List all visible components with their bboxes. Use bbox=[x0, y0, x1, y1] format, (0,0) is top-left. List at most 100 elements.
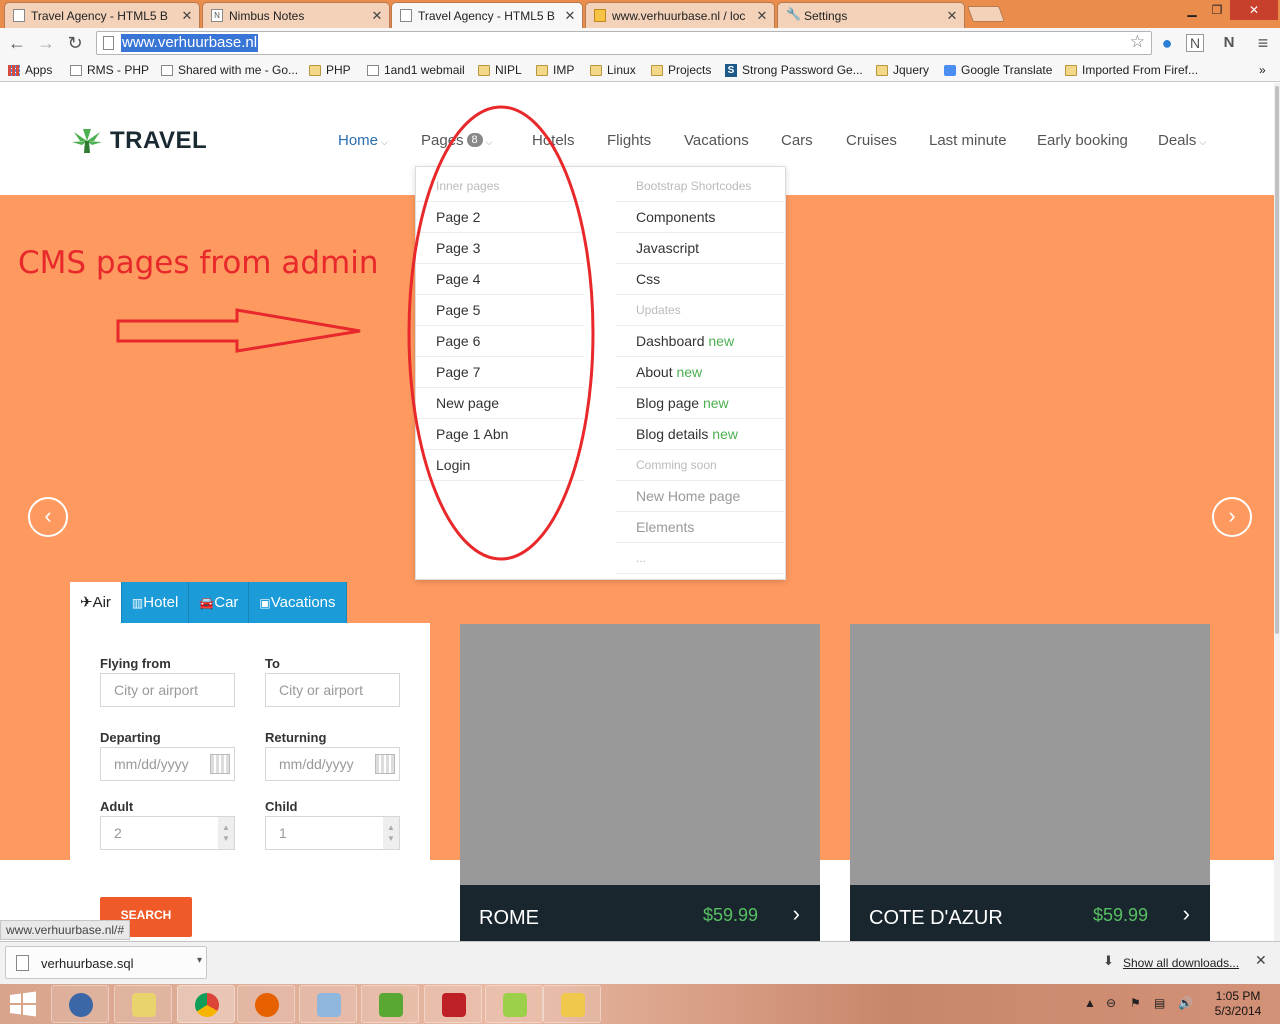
calendar-icon[interactable] bbox=[375, 754, 395, 774]
taskbar-evernote[interactable] bbox=[361, 985, 419, 1023]
dropdown-item-elements[interactable]: Elements bbox=[616, 512, 784, 543]
dropdown-item-blog-page[interactable]: Blog page new bbox=[616, 388, 784, 419]
bookmark-item[interactable]: Jquery bbox=[876, 62, 929, 78]
dropdown-item-dashboard[interactable]: Dashboard new bbox=[616, 326, 784, 357]
taskbar-virtualbox[interactable] bbox=[299, 985, 357, 1023]
start-button[interactable] bbox=[8, 990, 38, 1018]
nav-flights[interactable]: Flights bbox=[607, 132, 651, 149]
slider-prev-button[interactable]: ‹ bbox=[28, 497, 68, 537]
browser-tab-active[interactable]: Travel Agency - HTML5 B ✕ bbox=[391, 2, 583, 28]
bookmark-item[interactable]: Google Translate bbox=[944, 62, 1052, 78]
nav-cars[interactable]: Cars bbox=[781, 132, 813, 149]
dropdown-item-page-4[interactable]: Page 4 bbox=[416, 264, 584, 295]
deal-card[interactable]: ROME $59.99 › bbox=[460, 624, 820, 941]
tab-hotel[interactable]: ▥Hotel bbox=[121, 582, 190, 623]
show-all-downloads-link[interactable]: Show all downloads... bbox=[1123, 956, 1239, 970]
taskbar-chrome[interactable] bbox=[177, 985, 235, 1023]
bookmark-item[interactable]: S Strong Password Ge... bbox=[725, 62, 863, 78]
browser-tab[interactable]: Travel Agency - HTML5 B ✕ bbox=[4, 2, 200, 28]
download-item[interactable]: verhuurbase.sql ▾ bbox=[5, 946, 207, 979]
taskbar-explorer[interactable] bbox=[543, 985, 601, 1023]
nav-hotels[interactable]: Hotels bbox=[532, 132, 575, 149]
nav-deals[interactable]: Deals ⌵ bbox=[1158, 132, 1206, 149]
bookmark-item[interactable]: IMP bbox=[536, 62, 574, 78]
tab-air[interactable]: ✈Air bbox=[70, 582, 122, 623]
flying-from-input[interactable]: City or airport bbox=[100, 673, 235, 707]
taskbar-notepad[interactable] bbox=[485, 985, 543, 1023]
departing-date-input[interactable]: mm/dd/yyyy bbox=[100, 747, 235, 781]
system-clock[interactable]: 1:05 PM 5/3/2014 bbox=[1208, 989, 1268, 1019]
back-arrow-icon[interactable]: ← bbox=[6, 32, 28, 54]
deal-card[interactable]: COTE D'AZUR $59.99 › bbox=[850, 624, 1210, 941]
url-input[interactable]: www.verhuurbase.nl bbox=[121, 34, 259, 52]
apps-bookmark[interactable]: Apps bbox=[8, 62, 52, 78]
dropdown-item-blog-details[interactable]: Blog details new bbox=[616, 419, 784, 450]
returning-date-input[interactable]: mm/dd/yyyy bbox=[265, 747, 400, 781]
scrollbar-thumb[interactable] bbox=[1275, 86, 1279, 634]
bookmark-item[interactable]: 1and1 webmail bbox=[367, 62, 465, 78]
bookmark-item[interactable]: Linux bbox=[590, 62, 636, 78]
spinner-arrows-icon[interactable]: ▲ ▼ bbox=[383, 817, 399, 849]
bookmark-star-icon[interactable]: ☆ bbox=[1130, 32, 1145, 52]
maximize-button[interactable]: ❐ bbox=[1204, 0, 1230, 20]
site-logo[interactable]: TRAVEL bbox=[70, 127, 207, 155]
slider-next-button[interactable]: › bbox=[1212, 497, 1252, 537]
bookmarks-overflow-icon[interactable]: » bbox=[1259, 62, 1266, 78]
taskbar-filezilla[interactable] bbox=[424, 985, 482, 1023]
bookmark-item[interactable]: RMS - PHP bbox=[70, 62, 149, 78]
child-stepper[interactable]: 1 ▲ ▼ bbox=[265, 816, 400, 850]
close-icon[interactable]: ✕ bbox=[564, 8, 576, 24]
chevron-right-icon[interactable]: › bbox=[793, 901, 800, 927]
bookmark-item[interactable]: Imported From Firef... bbox=[1065, 62, 1198, 78]
taskbar-file-manager[interactable] bbox=[114, 985, 172, 1023]
bookmark-item[interactable]: Projects bbox=[651, 62, 711, 78]
reload-icon[interactable]: ↻ bbox=[64, 32, 86, 54]
dropdown-item-page-6[interactable]: Page 6 bbox=[416, 326, 584, 357]
calendar-icon[interactable] bbox=[210, 754, 230, 774]
nav-cruises[interactable]: Cruises bbox=[846, 132, 897, 149]
volume-icon[interactable]: 🔊 bbox=[1178, 996, 1193, 1010]
bookmark-item[interactable]: PHP bbox=[309, 62, 351, 78]
adult-stepper[interactable]: 2 ▲ ▼ bbox=[100, 816, 235, 850]
window-close-button[interactable]: ✕ bbox=[1230, 0, 1278, 20]
bookmark-item[interactable]: Shared with me - Go... bbox=[161, 62, 298, 78]
nimbus-extension-icon[interactable]: N bbox=[1186, 34, 1204, 52]
dropdown-item-javascript[interactable]: Javascript bbox=[616, 233, 784, 264]
chevron-right-icon[interactable]: › bbox=[1183, 901, 1190, 927]
to-input[interactable]: City or airport bbox=[265, 673, 400, 707]
taskbar-thunderbird[interactable] bbox=[51, 985, 109, 1023]
browser-tab[interactable]: 🔧 Settings ✕ bbox=[777, 2, 965, 28]
tab-car[interactable]: 🚘Car bbox=[189, 582, 250, 623]
network-icon[interactable]: ▤ bbox=[1154, 996, 1165, 1010]
dropdown-item-page-1-abn[interactable]: Page 1 Abn bbox=[416, 419, 584, 450]
nav-last-minute[interactable]: Last minute bbox=[929, 132, 1007, 149]
close-icon[interactable]: ✕ bbox=[371, 8, 383, 24]
close-icon[interactable]: ✕ bbox=[756, 8, 768, 24]
nav-early-booking[interactable]: Early booking bbox=[1037, 132, 1128, 149]
flag-icon[interactable]: ⚑ bbox=[1130, 996, 1141, 1010]
close-icon[interactable]: ✕ bbox=[1255, 952, 1267, 969]
tray-expand-icon[interactable]: ▲ bbox=[1084, 996, 1096, 1010]
notes-extension-icon[interactable]: N bbox=[1218, 32, 1240, 54]
chevron-down-icon[interactable]: ▾ bbox=[197, 955, 202, 966]
browser-tab[interactable]: N Nimbus Notes ✕ bbox=[202, 2, 390, 28]
nav-vacations[interactable]: Vacations bbox=[684, 132, 749, 149]
spinner-arrows-icon[interactable]: ▲ ▼ bbox=[218, 817, 234, 849]
nav-pages[interactable]: Pages 8 ⌵ bbox=[421, 132, 493, 149]
minimize-button[interactable]: ▁ bbox=[1180, 0, 1204, 20]
dropdown-item-new-page[interactable]: New page bbox=[416, 388, 584, 419]
address-bar[interactable]: www.verhuurbase.nl ☆ bbox=[96, 31, 1152, 55]
nav-home[interactable]: Home ⌵ bbox=[338, 132, 388, 149]
bookmark-item[interactable]: NIPL bbox=[478, 62, 522, 78]
taskbar-firefox[interactable] bbox=[237, 985, 295, 1023]
menu-icon[interactable]: ≡ bbox=[1252, 32, 1274, 54]
globe-extension-icon[interactable]: ● bbox=[1156, 32, 1178, 54]
dropdown-item-login[interactable]: Login bbox=[416, 450, 584, 481]
dropdown-item-page-5[interactable]: Page 5 bbox=[416, 295, 584, 326]
tab-vacations[interactable]: ▣Vacations bbox=[249, 582, 347, 623]
dropdown-item-page-7[interactable]: Page 7 bbox=[416, 357, 584, 388]
tray-status-icon[interactable]: ⊖ bbox=[1106, 996, 1116, 1010]
dropdown-item-css[interactable]: Css bbox=[616, 264, 784, 295]
close-icon[interactable]: ✕ bbox=[181, 8, 193, 24]
dropdown-item-page-3[interactable]: Page 3 bbox=[416, 233, 584, 264]
